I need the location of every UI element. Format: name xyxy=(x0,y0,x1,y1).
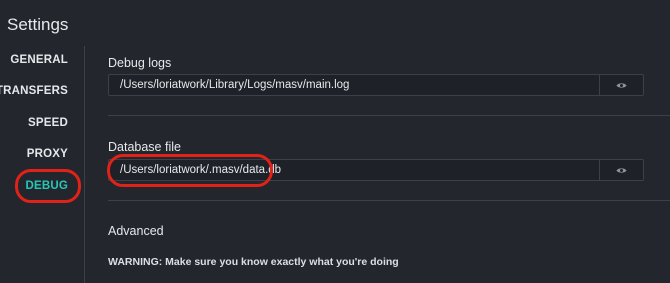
database-file-field[interactable]: /Users/loriatwork/.masv/data.db xyxy=(108,159,644,181)
eye-icon xyxy=(616,167,627,173)
eye-icon xyxy=(616,82,627,88)
sidebar-item-proxy[interactable]: PROXY xyxy=(27,148,68,160)
sidebar-item-speed[interactable]: SPEED xyxy=(28,117,68,129)
debug-logs-field[interactable]: /Users/loriatwork/Library/Logs/masv/main… xyxy=(108,74,644,96)
debug-logs-title: Debug logs xyxy=(108,56,172,70)
database-file-path: /Users/loriatwork/.masv/data.db xyxy=(120,164,282,176)
advanced-warning: WARNING: Make sure you know exactly what… xyxy=(108,256,399,268)
database-file-reveal-button[interactable] xyxy=(599,160,643,180)
sidebar-item-general[interactable]: GENERAL xyxy=(10,54,68,66)
settings-window: Settings GENERAL TRANSFERS SPEED PROXY D… xyxy=(0,0,670,283)
database-file-title: Database file xyxy=(108,140,181,154)
sidebar-item-debug[interactable]: DEBUG xyxy=(25,180,68,192)
section-divider xyxy=(108,115,670,116)
section-divider xyxy=(108,200,670,201)
debug-logs-reveal-button[interactable] xyxy=(599,75,643,95)
page-title: Settings xyxy=(7,15,69,34)
debug-logs-path: /Users/loriatwork/Library/Logs/masv/main… xyxy=(120,79,350,91)
advanced-title: Advanced xyxy=(108,224,164,238)
sidebar: GENERAL TRANSFERS SPEED PROXY DEBUG xyxy=(0,43,84,283)
sidebar-divider xyxy=(84,46,85,283)
sidebar-item-transfers[interactable]: TRANSFERS xyxy=(0,85,68,97)
